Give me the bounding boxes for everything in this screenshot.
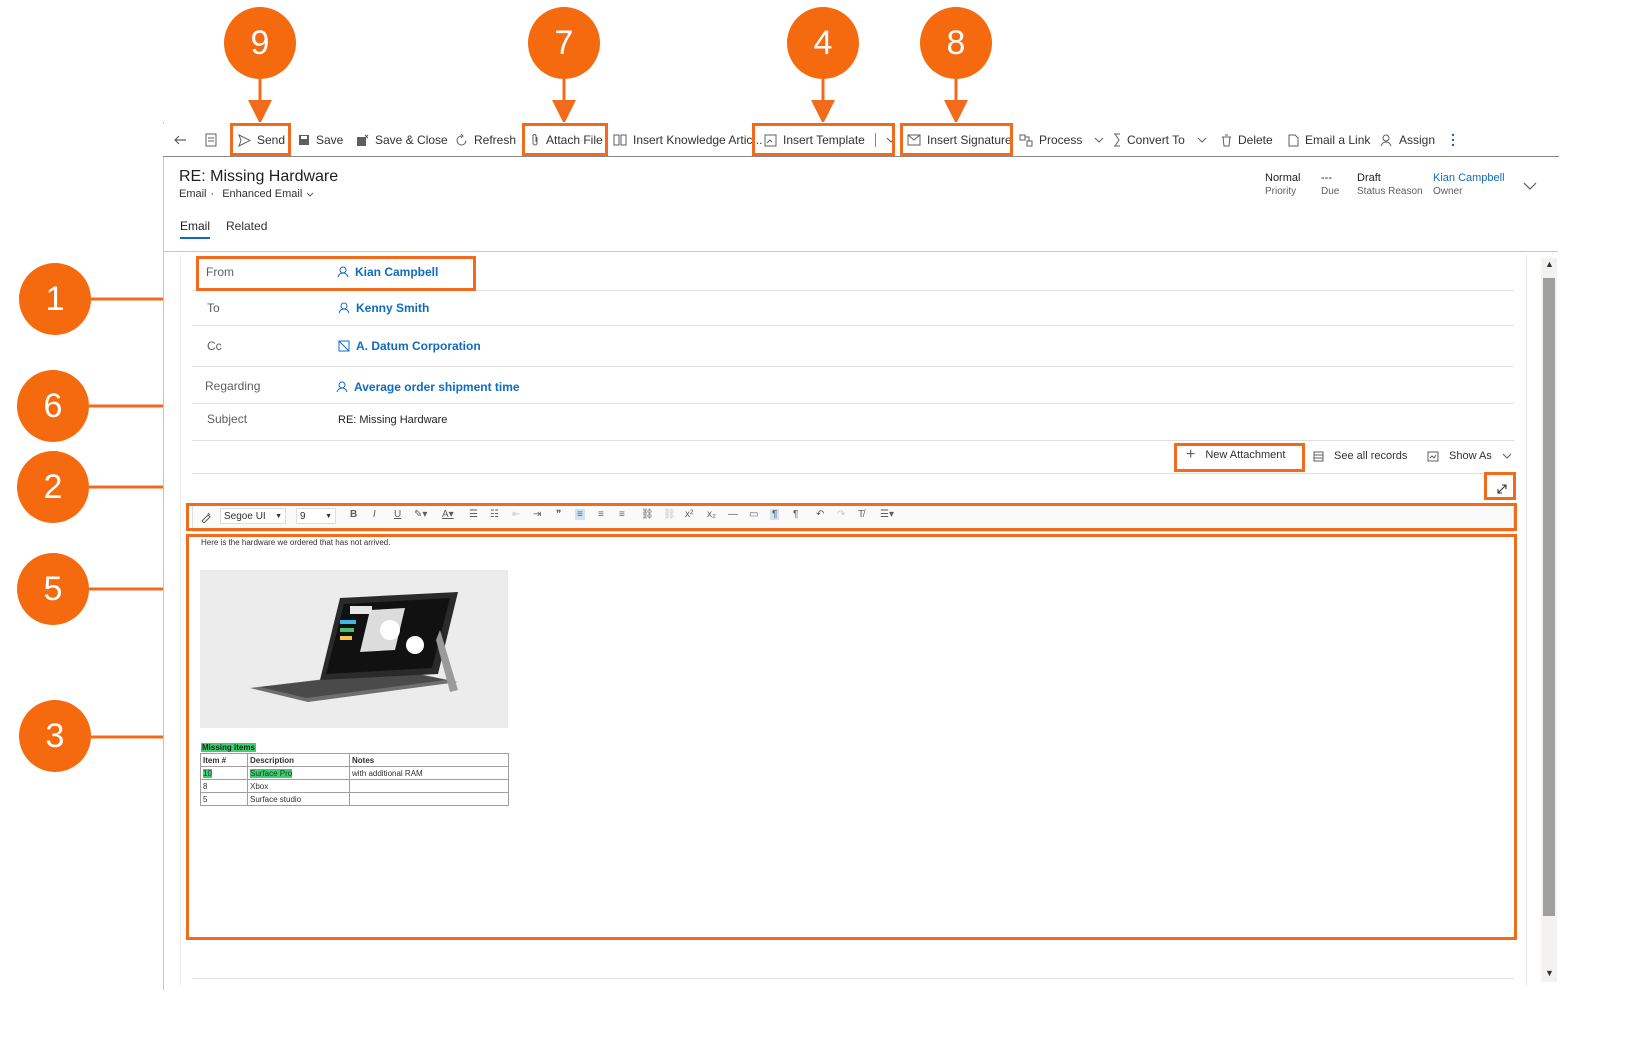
subject-divider <box>192 440 1514 441</box>
highlight-editor-body <box>186 534 1517 940</box>
highlight-send <box>230 123 291 156</box>
header-expand-chevron-icon[interactable] <box>1523 182 1537 190</box>
cc-divider <box>192 366 1514 367</box>
header-priority: Normal Priority <box>1265 172 1300 197</box>
chevron-down-icon <box>1197 137 1207 143</box>
person-icon <box>336 381 348 393</box>
scroll-up-arrow-icon[interactable]: ▲ <box>1545 259 1554 269</box>
status-value: Draft <box>1357 172 1381 184</box>
save-close-button[interactable]: Save & Close <box>356 124 448 156</box>
due-label: Due <box>1321 186 1340 197</box>
chevron-down-icon <box>1095 137 1104 143</box>
form-icon <box>205 133 217 147</box>
trash-icon <box>1222 134 1231 146</box>
priority-label: Priority <box>1265 186 1297 197</box>
see-all-records-button[interactable]: See all records <box>1313 450 1407 462</box>
refresh-button[interactable]: Refresh <box>455 124 516 156</box>
tab-related[interactable]: Related <box>226 219 267 233</box>
owner-link[interactable]: Kian Campbell <box>1433 172 1505 184</box>
tab-email-underline <box>180 237 211 239</box>
process-button[interactable]: Process <box>1019 124 1104 156</box>
assign-label: Assign <box>1399 133 1436 147</box>
process-icon <box>1019 134 1033 146</box>
record-subtitle: Email · Enhanced Email <box>179 188 314 200</box>
tab-email-label: Email <box>180 219 211 233</box>
save-close-icon <box>357 134 369 146</box>
form-icon-button[interactable] <box>205 124 217 156</box>
header-owner: Kian Campbell Owner <box>1433 172 1505 197</box>
back-button[interactable] <box>173 124 187 156</box>
highlight-expand <box>1484 472 1516 500</box>
record-title: RE: Missing Hardware <box>179 168 339 185</box>
convert-to-button[interactable]: Convert To <box>1113 124 1207 156</box>
refresh-icon <box>456 133 467 145</box>
highlight-insert-signature <box>900 123 1013 156</box>
form-selector[interactable]: Enhanced Email <box>222 188 302 200</box>
header-status: Draft Status Reason <box>1357 172 1423 197</box>
to-label: To <box>207 301 220 315</box>
to-divider <box>192 325 1514 326</box>
scroll-down-arrow-icon[interactable]: ▼ <box>1545 968 1554 978</box>
insert-knowledge-label: Insert Knowledge Artic... <box>633 133 763 147</box>
dot-separator: · <box>210 188 215 200</box>
editor-bottom-divider <box>192 978 1514 979</box>
regarding-divider <box>192 403 1514 404</box>
cc-label: Cc <box>207 339 222 353</box>
owner-label: Owner <box>1433 186 1463 197</box>
regarding-value[interactable]: Average order shipment time <box>336 380 520 394</box>
header-due: --- Due <box>1321 172 1339 197</box>
convert-to-label: Convert To <box>1127 133 1185 147</box>
priority-value: Normal <box>1265 172 1301 184</box>
tab-email[interactable]: Email <box>180 219 211 239</box>
chevron-down-icon <box>1502 453 1512 459</box>
highlight-new-attachment <box>1174 443 1305 472</box>
attachments-divider <box>192 473 1514 474</box>
insert-knowledge-button[interactable]: Insert Knowledge Artic... <box>613 124 762 156</box>
scrollbar-thumb[interactable] <box>1543 278 1555 916</box>
status-label: Status Reason <box>1357 186 1423 197</box>
building-icon <box>338 340 350 352</box>
regarding-label: Regarding <box>205 379 261 393</box>
cc-value[interactable]: A. Datum Corporation <box>338 339 481 353</box>
show-as-label: Show As <box>1449 450 1492 462</box>
save-button[interactable]: Save <box>298 124 343 156</box>
chevron-down-icon[interactable] <box>306 192 314 197</box>
email-link-label: Email a Link <box>1305 133 1371 147</box>
highlight-attach-file <box>522 123 608 156</box>
more-icon <box>1451 133 1455 147</box>
process-label: Process <box>1039 133 1083 147</box>
person-icon <box>338 302 350 314</box>
subject-input[interactable]: RE: Missing Hardware <box>338 414 447 426</box>
email-link-button[interactable]: Email a Link <box>1288 124 1370 156</box>
highlight-from <box>196 256 476 291</box>
book-icon <box>613 134 627 146</box>
delete-button[interactable]: Delete <box>1221 124 1273 156</box>
see-all-records-label: See all records <box>1334 450 1408 462</box>
highlight-rte-toolbar <box>186 503 1517 531</box>
show-as-button[interactable]: Show As <box>1427 450 1512 462</box>
convert-icon <box>1114 133 1120 147</box>
refresh-label: Refresh <box>474 133 517 147</box>
regarding-value-text: Average order shipment time <box>354 380 520 394</box>
to-value-text: Kenny Smith <box>356 301 430 315</box>
more-commands-button[interactable] <box>1451 124 1455 156</box>
save-close-label: Save & Close <box>375 133 448 147</box>
delete-label: Delete <box>1238 133 1273 147</box>
cc-value-text: A. Datum Corporation <box>356 339 481 353</box>
to-value[interactable]: Kenny Smith <box>338 301 429 315</box>
grid-icon <box>1313 451 1324 461</box>
assign-button[interactable]: Assign <box>1380 124 1435 156</box>
highlight-insert-template <box>752 123 895 156</box>
entity-name: Email <box>179 188 207 200</box>
subject-label: Subject <box>207 412 248 426</box>
tabs-divider <box>164 251 1558 252</box>
due-value: --- <box>1321 172 1332 184</box>
view-icon <box>1427 451 1439 461</box>
back-arrow-icon <box>174 135 186 145</box>
save-icon <box>299 135 309 145</box>
person-icon <box>1380 134 1392 146</box>
document-icon <box>1288 134 1299 146</box>
save-label: Save <box>316 133 344 147</box>
